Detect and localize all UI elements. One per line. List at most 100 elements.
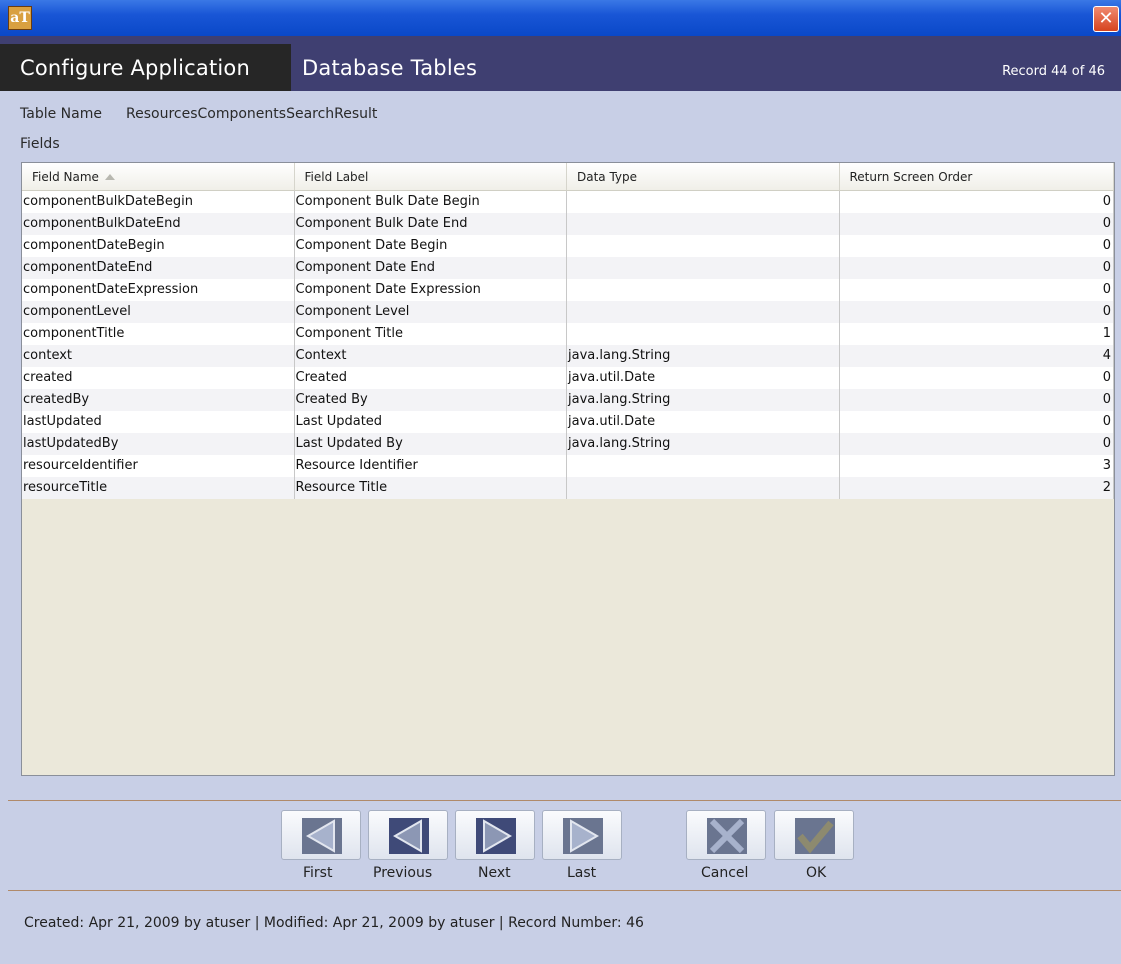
cell-data-type[interactable] [567,323,840,345]
cell-field-name[interactable]: componentLevel [22,301,295,323]
table-name-label: Table Name [20,106,102,122]
divider [8,800,1121,801]
cell-field-name[interactable]: createdBy [22,389,295,411]
cancel-icon [707,818,747,854]
column-header-data-type[interactable]: Data Type [567,163,840,190]
cell-data-type[interactable]: java.lang.String [567,345,840,367]
cell-data-type[interactable]: java.lang.String [567,433,840,455]
previous-record-button[interactable] [368,810,448,860]
cell-field-label[interactable]: Component Title [295,323,567,345]
column-header-field-label[interactable]: Field Label [295,163,567,190]
cell-data-type[interactable] [567,477,840,499]
close-window-button[interactable]: ✕ [1093,6,1119,32]
checkmark-icon [795,818,835,854]
cell-field-label[interactable]: Component Date Begin [295,235,567,257]
cell-field-label[interactable]: Component Bulk Date Begin [295,191,567,213]
cell-field-label[interactable]: Created By [295,389,567,411]
table-row[interactable]: componentLevel Component Level 0 [22,301,1114,323]
first-record-button[interactable] [281,810,361,860]
table-row[interactable]: lastUpdatedBy Last Updated By java.lang.St… [22,433,1114,455]
cell-field-name[interactable]: componentBulkDateEnd [22,213,295,235]
fields-table[interactable]: Field Name Field Label Data Type Return … [21,162,1115,776]
cell-data-type[interactable] [567,279,840,301]
sort-ascending-icon [104,174,115,180]
cell-field-label[interactable]: Last Updated [295,411,567,433]
column-header-return-screen-order[interactable]: Return Screen Order [840,163,1114,190]
table-name-value: ResourcesComponentsSearchResult [126,106,378,122]
cell-field-label[interactable]: Resource Title [295,477,567,499]
cell-field-label[interactable]: Context [295,345,567,367]
table-row[interactable]: componentDateEnd Component Date End 0 [22,257,1114,279]
status-bar: Created: Apr 21, 2009 by atuser | Modifi… [24,915,644,931]
cell-data-type[interactable] [567,191,840,213]
table-row[interactable]: resourceTitle Resource Title 2 [22,477,1114,499]
cell-return-screen-order[interactable]: 2 [840,477,1114,499]
cell-return-screen-order[interactable]: 1 [840,323,1114,345]
cell-field-label[interactable]: Resource Identifier [295,455,567,477]
table-row[interactable]: componentBulkDateBegin Component Bulk Dat… [22,191,1114,213]
cell-data-type[interactable] [567,235,840,257]
cell-field-name[interactable]: resourceTitle [22,477,295,499]
cell-field-name[interactable]: componentDateExpression [22,279,295,301]
cell-data-type[interactable] [567,257,840,279]
table-row[interactable]: created Created java.util.Date 0 [22,367,1114,389]
cell-return-screen-order[interactable]: 0 [840,257,1114,279]
ok-button-label: OK [806,865,827,881]
table-row[interactable]: componentBulkDateEnd Component Bulk Date … [22,213,1114,235]
cell-return-screen-order[interactable]: 0 [840,411,1114,433]
last-record-button[interactable] [542,810,622,860]
cell-return-screen-order[interactable]: 0 [840,191,1114,213]
cell-data-type[interactable] [567,213,840,235]
cell-field-label[interactable]: Component Date Expression [295,279,567,301]
last-button-label: Last [567,865,597,881]
cell-field-label[interactable]: Component Level [295,301,567,323]
first-button-label: First [303,865,333,881]
next-icon [476,818,516,854]
cell-return-screen-order[interactable]: 4 [840,345,1114,367]
window-title-bar: aT ✕ [0,0,1121,36]
app-logo-icon: aT [8,6,32,30]
table-body: componentBulkDateBegin Component Bulk Dat… [22,191,1114,499]
record-indicator: Record 44 of 46 [1002,64,1105,79]
cancel-button[interactable] [686,810,766,860]
cell-return-screen-order[interactable]: 0 [840,213,1114,235]
ok-button[interactable] [774,810,854,860]
fields-label: Fields [20,136,60,152]
cell-return-screen-order[interactable]: 3 [840,455,1114,477]
cell-return-screen-order[interactable]: 0 [840,433,1114,455]
cell-field-name[interactable]: componentBulkDateBegin [22,191,295,213]
cell-field-name[interactable]: lastUpdatedBy [22,433,295,455]
cell-return-screen-order[interactable]: 0 [840,367,1114,389]
table-row[interactable]: context Context java.lang.String 4 [22,345,1114,367]
cell-data-type[interactable]: java.util.Date [567,367,840,389]
table-row[interactable]: createdBy Created By java.lang.String 0 [22,389,1114,411]
cell-data-type[interactable]: java.util.Date [567,411,840,433]
table-row[interactable]: lastUpdated Last Updated java.util.Date 0 [22,411,1114,433]
cell-data-type[interactable]: java.lang.String [567,389,840,411]
cell-field-name[interactable]: componentDateBegin [22,235,295,257]
module-title: Configure Application [20,56,250,80]
cell-field-name[interactable]: created [22,367,295,389]
cell-field-name[interactable]: componentDateEnd [22,257,295,279]
cell-return-screen-order[interactable]: 0 [840,301,1114,323]
cell-return-screen-order[interactable]: 0 [840,389,1114,411]
cell-data-type[interactable] [567,455,840,477]
cell-field-name[interactable]: resourceIdentifier [22,455,295,477]
table-row[interactable]: componentDateBegin Component Date Begin 0 [22,235,1114,257]
cell-field-label[interactable]: Component Date End [295,257,567,279]
table-row[interactable]: componentTitle Component Title 1 [22,323,1114,345]
cell-field-name[interactable]: lastUpdated [22,411,295,433]
cell-field-name[interactable]: componentTitle [22,323,295,345]
cell-return-screen-order[interactable]: 0 [840,235,1114,257]
cell-field-name[interactable]: context [22,345,295,367]
table-row[interactable]: resourceIdentifier Resource Identifier 3 [22,455,1114,477]
cell-field-label[interactable]: Created [295,367,567,389]
next-record-button[interactable] [455,810,535,860]
table-row[interactable]: componentDateExpression Component Date Ex… [22,279,1114,301]
cell-field-label[interactable]: Component Bulk Date End [295,213,567,235]
last-icon [563,818,603,854]
column-header-field-name[interactable]: Field Name [22,163,295,190]
cell-return-screen-order[interactable]: 0 [840,279,1114,301]
cell-field-label[interactable]: Last Updated By [295,433,567,455]
cell-data-type[interactable] [567,301,840,323]
